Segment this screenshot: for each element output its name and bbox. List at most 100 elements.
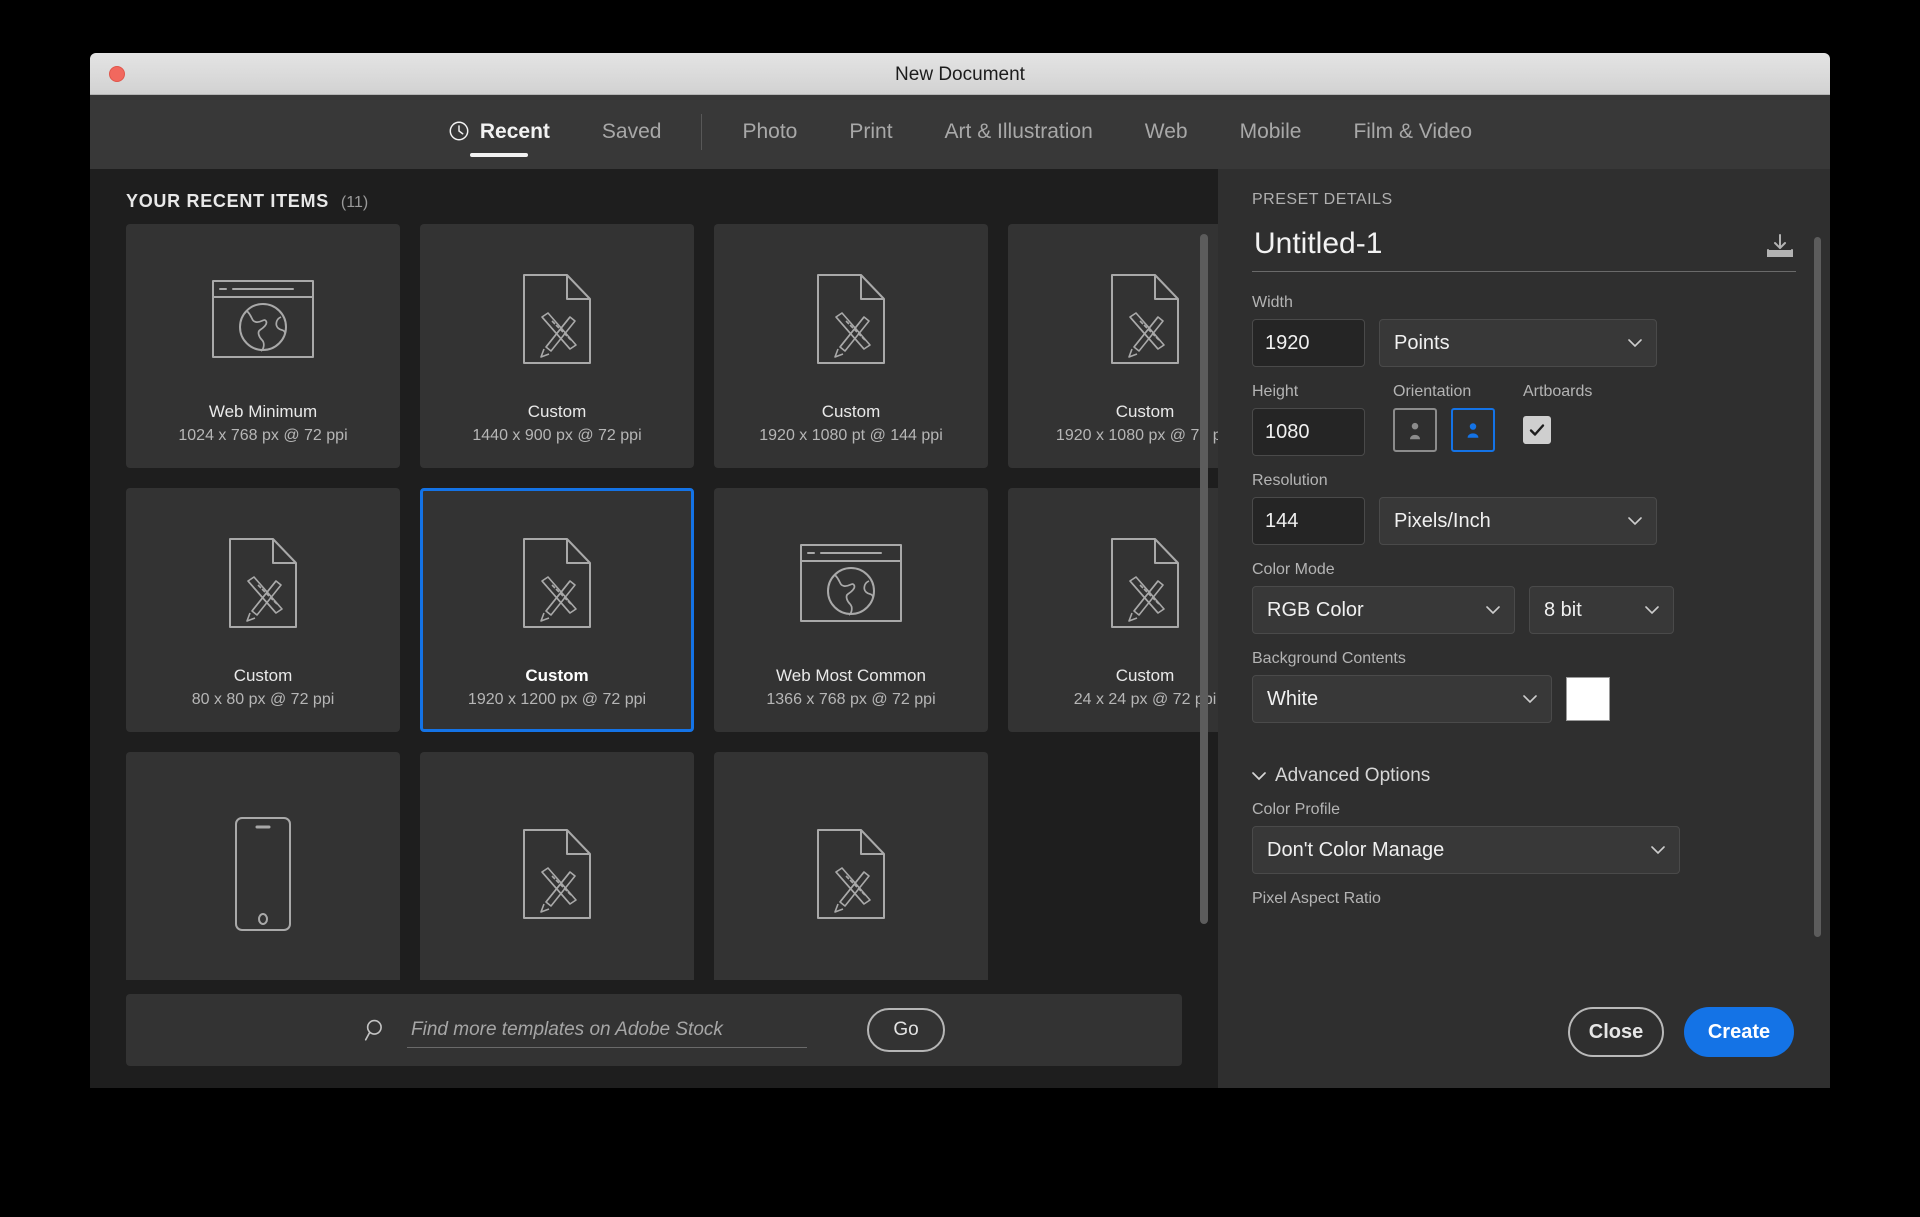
- color-profile-group: Color Profile Don't Color Manage: [1252, 801, 1796, 890]
- artboards-checkbox[interactable]: [1523, 416, 1551, 444]
- recent-item-card[interactable]: [714, 752, 988, 980]
- tab-label-recent: Recent: [479, 120, 550, 143]
- tab-mobile[interactable]: Mobile: [1214, 95, 1328, 169]
- recent-item-title: Web Minimum: [208, 401, 318, 421]
- color-profile-value: Don't Color Manage: [1267, 838, 1445, 861]
- document-ruler-pencil-icon: [717, 755, 985, 980]
- new-document-dialog: New Document Recent Saved Photo Print Ar…: [90, 53, 1830, 1088]
- resolution-label: Resolution: [1252, 472, 1328, 489]
- color-mode-row: RGB Color 8 bit: [1252, 586, 1796, 634]
- recent-item-card[interactable]: Custom 1920 x 1200 px @ 72 ppi: [420, 488, 694, 732]
- recent-item-title: Custom: [525, 665, 589, 685]
- recent-item-dimensions: 1024 x 768 px @ 72 ppi: [178, 427, 348, 444]
- chevron-down-icon: [1645, 606, 1659, 615]
- create-button[interactable]: Create: [1684, 1007, 1794, 1057]
- tab-saved[interactable]: Saved: [576, 95, 688, 169]
- document-ruler-pencil-icon: [423, 755, 691, 980]
- recent-item-card[interactable]: Custom 1920 x 1080 pt @ 144 ppi: [714, 224, 988, 468]
- tab-recent[interactable]: Recent: [422, 95, 576, 169]
- close-button[interactable]: Close: [1568, 1007, 1664, 1057]
- recent-items-scroll-area: Web Minimum 1024 x 768 px @ 72 ppi Custom 1…: [90, 224, 1218, 980]
- recent-item-title: Web Most Common: [776, 665, 926, 685]
- chevron-down-icon: [1523, 695, 1537, 704]
- color-profile-select[interactable]: Don't Color Manage: [1252, 826, 1680, 874]
- tab-film-video[interactable]: Film & Video: [1327, 95, 1498, 169]
- recent-item-card[interactable]: [420, 752, 694, 980]
- color-mode-group: Color Mode RGB Color 8 bit: [1252, 561, 1796, 650]
- color-profile-row: Don't Color Manage: [1252, 826, 1796, 874]
- resolution-units-select[interactable]: Pixels/Inch: [1379, 497, 1657, 545]
- document-ruler-pencil-icon: [129, 491, 397, 666]
- tab-photo[interactable]: Photo: [716, 95, 823, 169]
- window-title: New Document: [895, 64, 1025, 85]
- resolution-row: Pixels/Inch: [1252, 497, 1796, 545]
- advanced-options-toggle[interactable]: Advanced Options: [1252, 765, 1796, 787]
- document-name-input[interactable]: [1252, 227, 1750, 263]
- recent-items-heading: YOUR RECENT ITEMS: [126, 191, 329, 211]
- tab-print[interactable]: Print: [823, 95, 918, 169]
- artboards-label: Artboards: [1523, 383, 1593, 400]
- height-input[interactable]: [1252, 408, 1365, 456]
- recent-item-card[interactable]: Web Most Common 1366 x 768 px @ 72 ppi: [714, 488, 988, 732]
- resolution-input[interactable]: [1252, 497, 1365, 545]
- color-mode-label: Color Mode: [1252, 561, 1335, 578]
- recent-items-grid: Web Minimum 1024 x 768 px @ 72 ppi Custom 1…: [126, 224, 1218, 980]
- background-contents-group: Background Contents White: [1252, 650, 1796, 739]
- dialog-body: YOUR RECENT ITEMS (11) Web Minimum 1024 x…: [90, 169, 1830, 1088]
- recent-item-title: Custom: [527, 401, 587, 421]
- tab-web[interactable]: Web: [1119, 95, 1214, 169]
- recent-item-card[interactable]: Custom 24 x 24 px @ 72 ppi: [1008, 488, 1218, 732]
- chevron-down-icon: [1486, 606, 1500, 615]
- active-tab-indicator: [469, 153, 528, 157]
- web-page-icon: [129, 227, 397, 402]
- save-preset-icon[interactable]: [1764, 233, 1796, 259]
- width-units-select[interactable]: Points: [1379, 319, 1657, 367]
- landscape-orientation-icon[interactable]: [1451, 408, 1495, 452]
- resolution-group: Resolution Pixels/Inch: [1252, 472, 1796, 561]
- web-page-icon: [717, 491, 985, 666]
- background-contents-select[interactable]: White: [1252, 675, 1552, 723]
- recent-item-card[interactable]: Custom 1920 x 1080 px @ 72 ppi: [1008, 224, 1218, 468]
- width-units-value: Points: [1394, 331, 1450, 354]
- document-ruler-pencil-icon: [1011, 227, 1218, 402]
- bit-depth-select[interactable]: 8 bit: [1529, 586, 1674, 634]
- recent-item-card[interactable]: Custom 80 x 80 px @ 72 ppi: [126, 488, 400, 732]
- recent-items-panel: YOUR RECENT ITEMS (11) Web Minimum 1024 x…: [90, 169, 1218, 1088]
- document-name-row: [1252, 227, 1796, 272]
- dialog-footer: Close Create: [1218, 976, 1830, 1088]
- recent-item-card[interactable]: [126, 752, 400, 980]
- stock-search-group: Go: [363, 1008, 945, 1052]
- tab-divider: [701, 114, 703, 150]
- orientation-label: Orientation: [1393, 383, 1472, 400]
- chevron-down-icon: [1628, 339, 1642, 348]
- document-ruler-pencil-icon: [717, 227, 985, 402]
- width-input[interactable]: [1252, 319, 1365, 367]
- height-orientation-artboards-row: Height Orientation: [1252, 383, 1796, 456]
- width-label: Width: [1252, 294, 1293, 311]
- chevron-down-icon: [1628, 517, 1642, 526]
- recent-item-card[interactable]: Web Minimum 1024 x 768 px @ 72 ppi: [126, 224, 400, 468]
- stock-search-input[interactable]: [407, 1012, 807, 1048]
- mobile-phone-icon: [129, 755, 397, 980]
- background-color-swatch[interactable]: [1566, 677, 1610, 721]
- portrait-orientation-icon[interactable]: [1393, 408, 1437, 452]
- recent-items-scrollbar[interactable]: [1200, 234, 1208, 924]
- stock-go-button[interactable]: Go: [867, 1008, 945, 1052]
- recent-item-title: Custom: [821, 401, 881, 421]
- tab-label-photo: Photo: [742, 120, 798, 143]
- recent-item-dimensions: 1920 x 1080 pt @ 144 ppi: [759, 427, 943, 444]
- background-contents-value: White: [1267, 687, 1319, 710]
- checkmark-icon: [1529, 424, 1545, 436]
- color-mode-select[interactable]: RGB Color: [1252, 586, 1515, 634]
- recent-items-count: (11): [340, 194, 369, 211]
- tab-art-illustration[interactable]: Art & Illustration: [919, 95, 1119, 169]
- background-contents-label: Background Contents: [1252, 650, 1406, 667]
- recent-item-card[interactable]: Custom 1440 x 900 px @ 72 ppi: [420, 224, 694, 468]
- document-ruler-pencil-icon: [423, 491, 691, 666]
- artboards-group: Artboards: [1523, 383, 1592, 444]
- recent-items-header: YOUR RECENT ITEMS (11): [90, 169, 1218, 224]
- preset-details-scrollbar[interactable]: [1814, 237, 1821, 937]
- color-profile-label: Color Profile: [1252, 801, 1341, 818]
- width-group: Width Points: [1252, 294, 1796, 383]
- height-label: Height: [1252, 383, 1299, 400]
